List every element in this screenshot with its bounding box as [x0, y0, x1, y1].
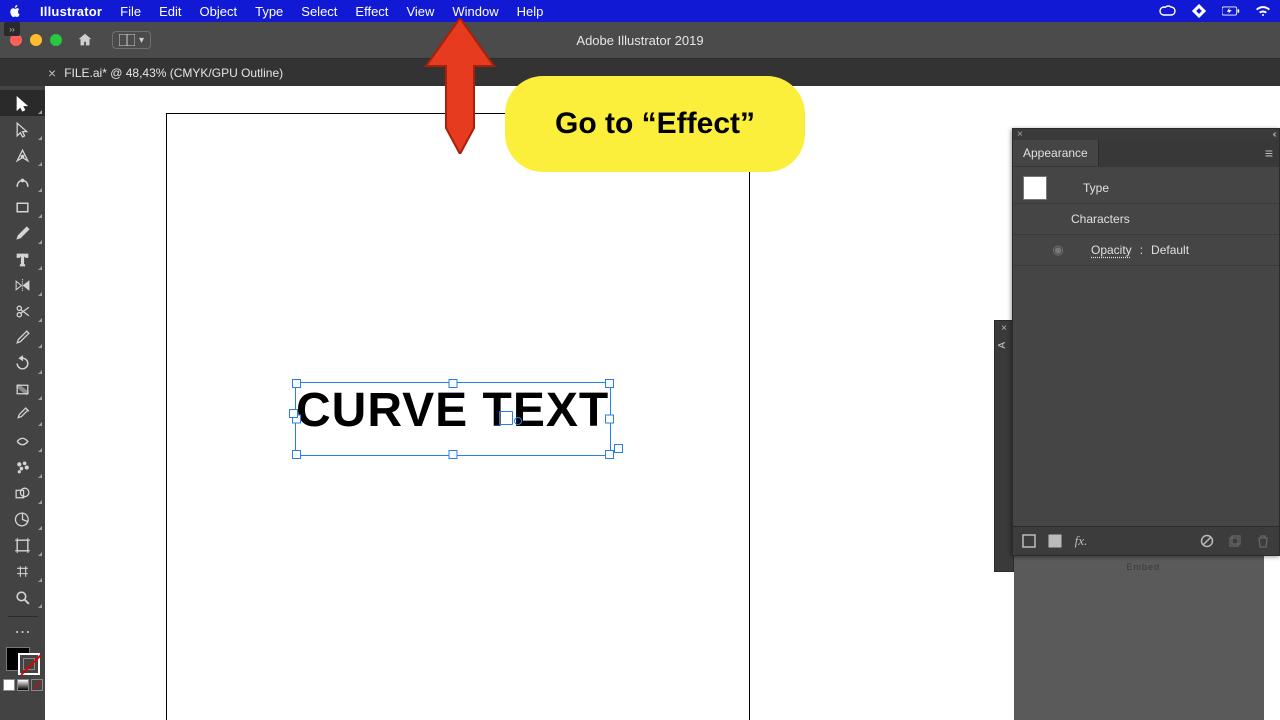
- text-selection-box[interactable]: CURVE TEXT: [295, 382, 611, 456]
- eraser-tool[interactable]: [0, 324, 45, 350]
- zoom-tool[interactable]: [0, 584, 45, 610]
- appearance-row-type-label: Type: [1083, 181, 1109, 195]
- opacity-label[interactable]: Opacity: [1091, 243, 1132, 257]
- app-titlebar: ▾ Adobe Illustrator 2019: [0, 22, 1280, 59]
- tools-panel: ⋯: [0, 86, 46, 720]
- menu-window[interactable]: Window: [452, 4, 498, 19]
- color-mode-button[interactable]: [3, 679, 15, 691]
- app-name[interactable]: Illustrator: [40, 4, 102, 19]
- dock-label: Embed: [1126, 562, 1160, 572]
- duplicate-item-icon[interactable]: [1227, 533, 1243, 549]
- add-stroke-icon[interactable]: [1021, 533, 1037, 549]
- selection-handle[interactable]: [605, 450, 614, 459]
- panel-menu-icon[interactable]: ≡: [1265, 145, 1273, 161]
- appearance-row-characters-label: Characters: [1071, 212, 1130, 226]
- visibility-toggle-icon[interactable]: ◉: [1049, 242, 1067, 258]
- clear-appearance-icon[interactable]: [1199, 533, 1215, 549]
- gradient-tool[interactable]: [0, 376, 45, 402]
- mac-menubar: Illustrator File Edit Object Type Select…: [0, 0, 1280, 22]
- battery-icon[interactable]: [1222, 4, 1240, 18]
- curvature-tool[interactable]: [0, 168, 45, 194]
- delete-item-icon[interactable]: [1255, 533, 1271, 549]
- home-button[interactable]: [76, 31, 94, 49]
- shape-builder-tool[interactable]: [0, 480, 45, 506]
- opacity-value: Default: [1151, 243, 1189, 257]
- close-tab-button[interactable]: ×: [48, 65, 56, 81]
- annotation-callout-text: Go to “Effect”: [555, 107, 755, 141]
- text-out-port[interactable]: [614, 444, 623, 453]
- rectangle-tool[interactable]: [0, 194, 45, 220]
- annotation-callout: Go to “Effect”: [505, 76, 805, 172]
- appearance-row-type[interactable]: Type: [1013, 173, 1279, 204]
- close-icon[interactable]: ×: [995, 323, 1013, 334]
- none-mode-button[interactable]: [31, 679, 43, 691]
- menu-object[interactable]: Object: [200, 4, 238, 19]
- creative-cloud-icon[interactable]: [1158, 4, 1176, 18]
- paintbrush-tool[interactable]: [0, 220, 45, 246]
- expand-panels-button[interactable]: ››: [4, 22, 20, 36]
- apple-logo-icon[interactable]: [8, 4, 22, 18]
- selection-handle[interactable]: [449, 379, 458, 388]
- annotation-arrow-icon: [422, 18, 498, 154]
- diamond-icon[interactable]: [1190, 4, 1208, 18]
- collapsed-panel-label: A: [997, 342, 1008, 349]
- appearance-row-characters[interactable]: Characters: [1013, 204, 1279, 235]
- selection-tool[interactable]: [0, 90, 45, 116]
- selection-handle[interactable]: [292, 379, 301, 388]
- edit-toolbar-button[interactable]: ⋯: [0, 623, 45, 641]
- blend-tool[interactable]: [0, 428, 45, 454]
- eyedropper-tool[interactable]: [0, 402, 45, 428]
- collapsed-panel[interactable]: × A: [994, 320, 1014, 572]
- selection-handle[interactable]: [292, 450, 301, 459]
- appearance-row-opacity[interactable]: ◉ Opacity: Default: [1013, 235, 1279, 266]
- selection-handle[interactable]: [605, 415, 614, 424]
- artboard-tool[interactable]: [0, 532, 45, 558]
- rotate-tool[interactable]: [0, 350, 45, 376]
- type-tool[interactable]: [0, 246, 45, 272]
- text-anchor-handle[interactable]: [499, 411, 513, 425]
- menu-view[interactable]: View: [406, 4, 434, 19]
- menu-help[interactable]: Help: [517, 4, 544, 19]
- artboard[interactable]: CURVE TEXT: [167, 114, 749, 720]
- direct-selection-tool[interactable]: [0, 116, 45, 142]
- add-effect-icon[interactable]: fx.: [1073, 533, 1089, 549]
- text-in-port[interactable]: [289, 409, 298, 418]
- scissors-tool[interactable]: [0, 298, 45, 324]
- close-icon[interactable]: ×: [1017, 129, 1023, 140]
- pen-tool[interactable]: [0, 142, 45, 168]
- appearance-tab[interactable]: Appearance: [1013, 140, 1099, 166]
- wifi-icon[interactable]: [1254, 4, 1272, 18]
- graph-tool[interactable]: [0, 506, 45, 532]
- canvas-text-object[interactable]: CURVE TEXT: [296, 383, 610, 438]
- selection-handle[interactable]: [449, 450, 458, 459]
- panel-dragbar[interactable]: × ‹‹: [1013, 129, 1279, 139]
- appearance-thumb: [1023, 176, 1047, 200]
- appearance-panel-footer: fx.: [1013, 526, 1279, 555]
- window-zoom-button[interactable]: [50, 34, 62, 46]
- menu-file[interactable]: File: [120, 4, 141, 19]
- window-minimize-button[interactable]: [30, 34, 42, 46]
- reflect-tool[interactable]: [0, 272, 45, 298]
- appearance-panel[interactable]: × ‹‹ Appearance ≡ Type Characters ◉ Opac…: [1012, 128, 1280, 556]
- document-tab-title[interactable]: FILE.ai* @ 48,43% (CMYK/GPU Outline): [64, 66, 283, 80]
- arrange-documents-button[interactable]: ▾: [112, 31, 151, 49]
- fill-stroke-swatches[interactable]: [3, 647, 43, 691]
- app-title: Adobe Illustrator 2019: [576, 33, 703, 48]
- menu-edit[interactable]: Edit: [159, 4, 181, 19]
- stroke-swatch[interactable]: [18, 653, 40, 675]
- gradient-mode-button[interactable]: [17, 679, 29, 691]
- chevron-down-icon: ▾: [139, 35, 144, 46]
- slice-tool[interactable]: [0, 558, 45, 584]
- symbol-sprayer-tool[interactable]: [0, 454, 45, 480]
- menu-select[interactable]: Select: [301, 4, 337, 19]
- selection-handle[interactable]: [605, 379, 614, 388]
- collapse-icon[interactable]: ‹‹: [1272, 129, 1275, 140]
- add-fill-icon[interactable]: [1047, 533, 1063, 549]
- menu-effect[interactable]: Effect: [355, 4, 388, 19]
- menu-type[interactable]: Type: [255, 4, 283, 19]
